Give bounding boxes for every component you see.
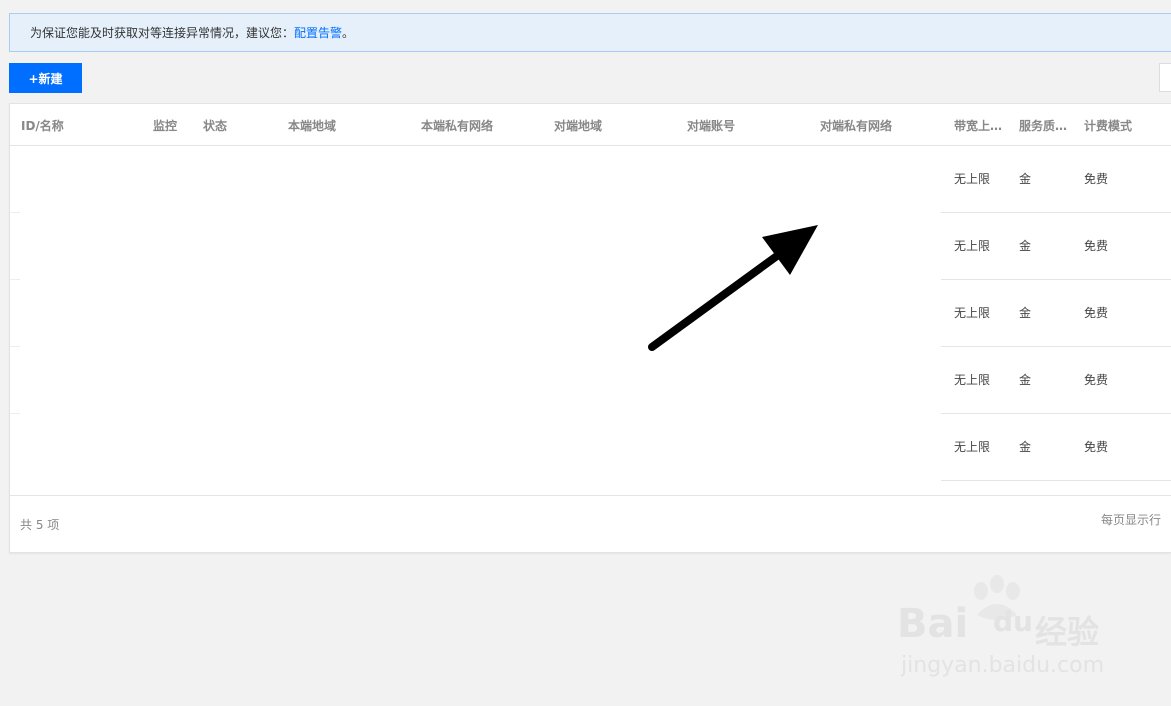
col-peer-account: 对端账号	[687, 119, 736, 133]
col-quality: 服务质…	[1019, 119, 1068, 133]
watermark-brand: Bai	[897, 601, 969, 647]
new-button[interactable]: +新建	[9, 63, 82, 93]
cell-quality: 金	[1019, 239, 1032, 253]
table-body: 无上限 金 免费 无上限 金 免费 无上限 金 免费 无上限 金 免费 无上限 …	[10, 146, 1171, 481]
watermark-url: jingyan.baidu.com	[901, 653, 1105, 678]
table-row: 无上限 金 免费	[10, 146, 1171, 213]
cell-billing: 免费	[1084, 172, 1109, 186]
cell-billing: 免费	[1084, 440, 1109, 454]
total-count: 共 5 项	[20, 518, 60, 532]
cell-billing: 免费	[1084, 239, 1109, 253]
col-billing: 计费模式	[1084, 119, 1133, 133]
baidu-watermark: Bai du 经验 jingyan.baidu.com	[895, 575, 1115, 685]
toolbar-right-control[interactable]	[1159, 63, 1171, 92]
watermark-product: 经验	[1035, 613, 1100, 651]
rows-per-page-label: 每页显示行	[1101, 513, 1162, 527]
cell-billing: 免费	[1084, 306, 1109, 320]
alert-text-end: 。	[342, 26, 355, 40]
table-row: 无上限 金 免费	[10, 347, 1171, 414]
watermark-brand2: du	[993, 605, 1033, 638]
cell-quality: 金	[1019, 440, 1032, 454]
arrow-icon	[648, 225, 818, 351]
col-id-name[interactable]: ID/名称	[21, 117, 64, 134]
table-header: ID/名称 监控 状态 本端地域 本端私有网络 对端地域 对端账号 对端私有网络…	[10, 104, 1171, 146]
configure-alarm-link[interactable]: 配置告警	[294, 24, 342, 41]
col-peer-vpc: 对端私有网络	[820, 119, 893, 133]
alert-text: 为保证您能及时获取对等连接异常情况，建议您：	[30, 26, 295, 40]
peering-table-panel: ID/名称 监控 状态 本端地域 本端私有网络 对端地域 对端账号 对端私有网络…	[9, 103, 1171, 553]
table-row: 无上限 金 免费	[10, 213, 1171, 280]
table-row: 无上限 金 免费	[10, 280, 1171, 347]
footer-divider	[10, 495, 1171, 496]
cell-quality: 金	[1019, 172, 1032, 186]
cell-quality: 金	[1019, 306, 1032, 320]
col-peer-region: 对端地域	[554, 119, 603, 133]
cell-billing: 免费	[1084, 373, 1109, 387]
cell-bandwidth: 无上限	[954, 373, 991, 387]
cell-bandwidth: 无上限	[954, 172, 991, 186]
row-divider	[941, 480, 1171, 481]
cell-bandwidth: 无上限	[954, 306, 991, 320]
cell-bandwidth: 无上限	[954, 239, 991, 253]
col-bandwidth: 带宽上…	[954, 119, 1003, 133]
col-local-vpc: 本端私有网络	[421, 119, 494, 133]
col-local-region: 本端地域	[288, 119, 337, 133]
alert-banner: 为保证您能及时获取对等连接异常情况，建议您： 配置告警 。	[9, 13, 1171, 52]
cell-bandwidth: 无上限	[954, 440, 991, 454]
table-row: 无上限 金 免费	[10, 414, 1171, 481]
col-status[interactable]: 状态	[203, 117, 227, 134]
col-monitor: 监控	[153, 119, 178, 133]
cell-quality: 金	[1019, 373, 1032, 387]
